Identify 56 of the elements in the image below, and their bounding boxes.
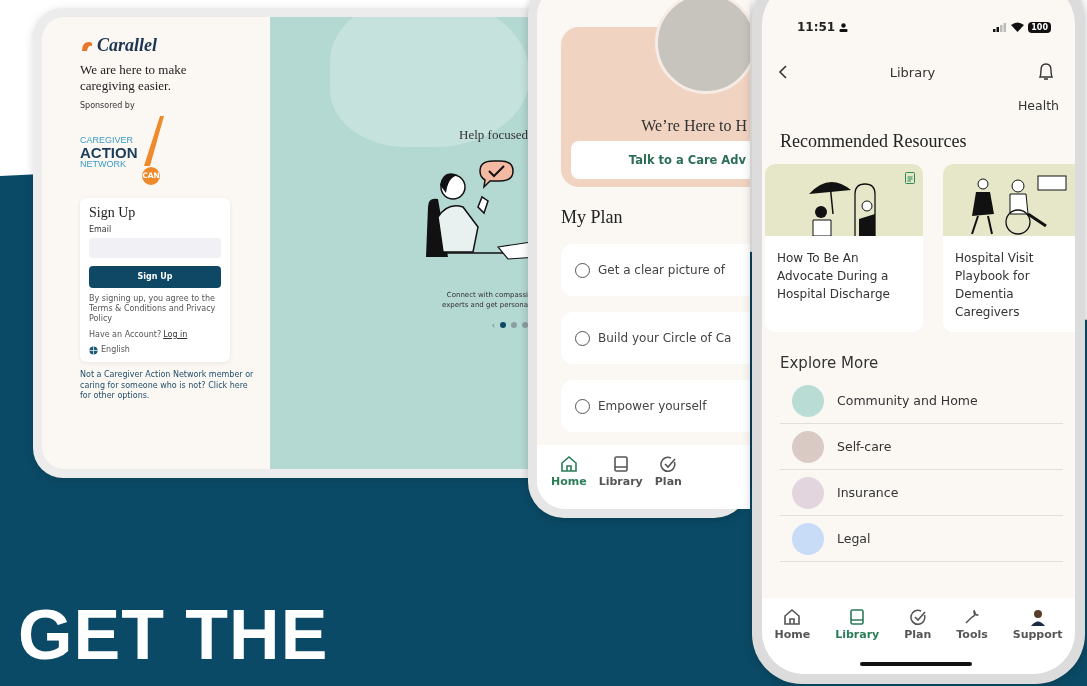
resource-card[interactable]: How To Be An Advocate During a Hospital Discharge — [765, 164, 923, 332]
terms-text: By signing up, you agree to the Terms & Conditions and Privacy Policy — [89, 293, 217, 325]
carousel-dot[interactable] — [522, 322, 528, 329]
nav-tab[interactable]: Plan — [654, 455, 682, 509]
signal-icon — [993, 22, 1008, 32]
nav-tab[interactable]: Support — [1012, 608, 1063, 674]
plan-task[interactable]: Get a clear picture of — [561, 244, 750, 296]
language-selector[interactable]: English — [101, 345, 130, 356]
home-icon — [783, 608, 802, 626]
notification-bell-icon[interactable] — [1037, 62, 1055, 82]
check-circle-icon — [659, 455, 678, 473]
headline: GET THE — [18, 600, 329, 670]
nav-tab[interactable]: Home — [774, 608, 811, 674]
sponsor-label: Sponsored by — [80, 100, 136, 110]
screen-title: Library — [889, 64, 936, 80]
other-options-text: Not a Caregiver Action Network member or caring for someone who is not? Click here for other options. — [80, 370, 255, 402]
resource-card[interactable]: Hospital Visit Playbook for Dementia Caregivers — [943, 164, 1075, 332]
avatar-icon — [1028, 608, 1047, 626]
tagline: We are here to make caregiving easier. — [80, 62, 188, 95]
talk-to-advisor-button[interactable]: Talk to a Care Adv — [571, 141, 750, 179]
nav-tab[interactable]: Plan — [904, 608, 932, 674]
signup-button[interactable]: Sign Up — [89, 265, 221, 288]
wifi-icon — [1011, 22, 1025, 32]
category-item[interactable]: Legal — [780, 516, 1063, 562]
category-item[interactable]: Community and Home — [780, 378, 1063, 424]
hero-title: Help focused — [459, 127, 528, 143]
home-icon — [559, 455, 578, 473]
section-title: Recommended Resources — [780, 131, 968, 152]
person-icon — [839, 22, 849, 32]
email-label: Email — [89, 224, 113, 234]
category-item[interactable]: Self-care — [780, 424, 1063, 470]
carousel-dot[interactable] — [511, 322, 517, 329]
status-time: 11:51 — [797, 20, 836, 34]
logo: Carallel — [97, 35, 157, 56]
globe-icon — [89, 345, 98, 355]
wrench-icon — [963, 608, 981, 626]
back-icon[interactable] — [778, 65, 788, 79]
plan-task[interactable]: Empower yourself — [561, 380, 750, 432]
book-icon — [848, 608, 867, 626]
section-title: Explore More — [780, 354, 880, 372]
carousel-dot[interactable] — [500, 322, 506, 329]
nav-tab[interactable]: Tools — [956, 608, 988, 674]
signup-title: Sign Up — [89, 204, 137, 221]
category-item[interactable]: Insurance — [780, 470, 1063, 516]
hero-title: We’re Here to H — [641, 117, 748, 135]
login-link[interactable]: Log in — [163, 329, 188, 341]
book-icon — [611, 455, 630, 473]
nav-tab[interactable]: Library — [835, 608, 880, 674]
nav-tab[interactable]: Library — [598, 455, 643, 509]
nav-tab[interactable]: Home — [551, 455, 587, 509]
account-prompt: Have an Account? — [89, 329, 162, 341]
battery-indicator: 100 — [1028, 21, 1051, 33]
section-title: My Plan — [561, 207, 624, 228]
plan-task[interactable]: Build your Circle of Ca — [561, 312, 750, 364]
check-circle-icon — [908, 608, 927, 626]
category-tab[interactable]: Health — [1017, 98, 1059, 113]
